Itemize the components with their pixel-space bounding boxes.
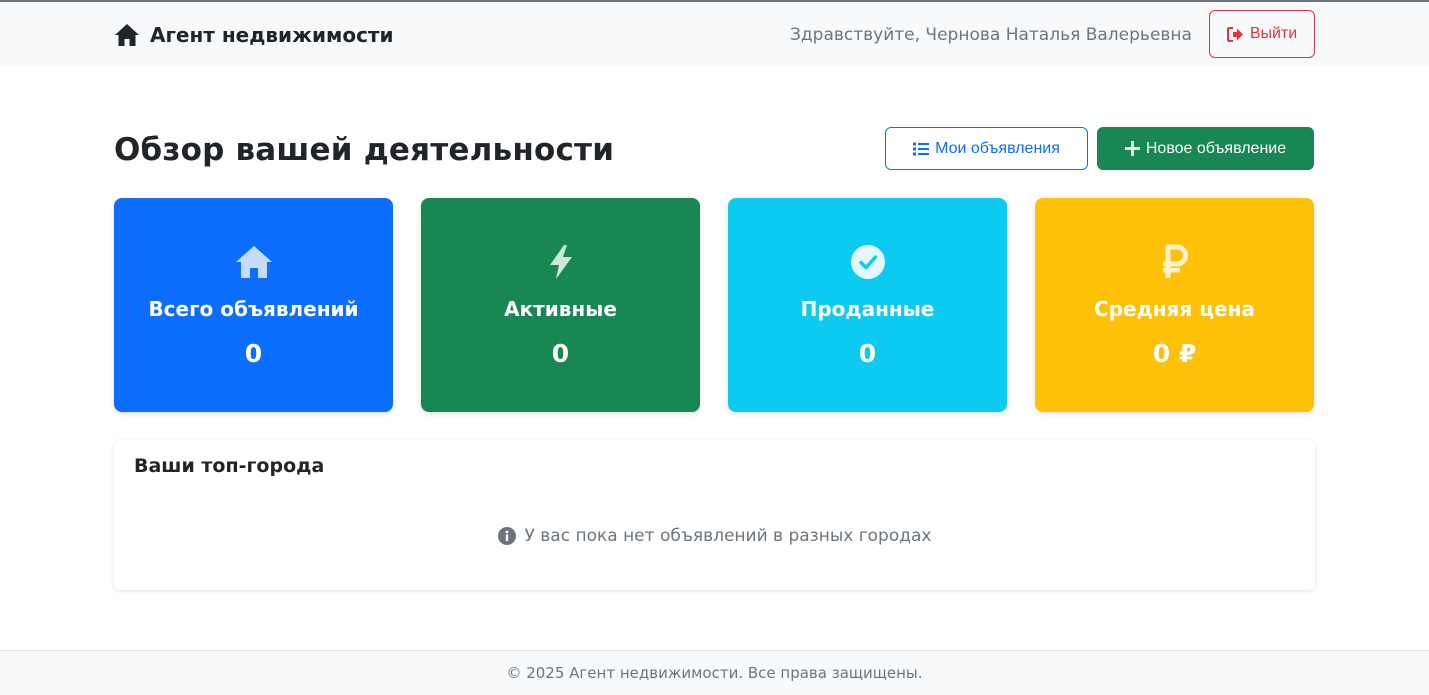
stat-value: 0 bbox=[551, 339, 570, 368]
user-greeting: Здравствуйте, Чернова Наталья Валерьевна bbox=[790, 25, 1192, 45]
new-listing-label: Новое объявление bbox=[1145, 139, 1287, 157]
house-icon bbox=[234, 244, 274, 280]
empty-state-message: У вас пока нет объявлений в разных город… bbox=[114, 526, 1315, 546]
stat-value: 0 ₽ bbox=[1152, 339, 1197, 368]
top-cities-title: Ваши топ-города bbox=[134, 455, 325, 477]
stat-card-sold: Проданные 0 bbox=[728, 198, 1007, 412]
new-listing-button[interactable]: Новое объявление bbox=[1097, 127, 1314, 170]
stat-label: Всего объявлений bbox=[148, 297, 359, 321]
sign-out-icon bbox=[1226, 26, 1244, 42]
stat-card-avg-price: Средняя цена 0 ₽ bbox=[1035, 198, 1314, 412]
list-icon bbox=[913, 142, 930, 156]
plus-icon bbox=[1124, 141, 1140, 156]
stat-label: Проданные bbox=[800, 297, 935, 321]
brand-link[interactable]: Агент недвижимости bbox=[114, 20, 394, 50]
footer: © 2025 Агент недвижимости. Все права защ… bbox=[0, 650, 1429, 695]
my-listings-label: Мои объявления bbox=[935, 139, 1060, 157]
stat-value: 0 bbox=[244, 339, 263, 368]
empty-state-text: У вас пока нет объявлений в разных город… bbox=[524, 526, 932, 546]
stat-value: 0 bbox=[858, 339, 877, 368]
top-cities-card: Ваши топ-города У вас пока нет объявлени… bbox=[114, 440, 1315, 590]
stat-label: Активные bbox=[504, 297, 617, 321]
house-icon bbox=[114, 23, 140, 47]
navbar: Агент недвижимости Здравствуйте, Чернова… bbox=[0, 2, 1429, 66]
brand-title: Агент недвижимости bbox=[150, 23, 394, 47]
stat-card-total: Всего объявлений 0 bbox=[114, 198, 393, 412]
bolt-icon bbox=[541, 244, 581, 280]
logout-label: Выйти bbox=[1249, 25, 1298, 42]
info-circle-icon bbox=[497, 527, 516, 545]
ruble-icon bbox=[1155, 244, 1195, 280]
stat-card-active: Активные 0 bbox=[421, 198, 700, 412]
logout-button[interactable]: Выйти bbox=[1209, 10, 1315, 58]
page-title: Обзор вашей деятельности bbox=[114, 132, 615, 168]
footer-text: © 2025 Агент недвижимости. Все права защ… bbox=[506, 664, 923, 682]
stat-label: Средняя цена bbox=[1094, 297, 1255, 321]
check-circle-icon bbox=[848, 244, 888, 280]
my-listings-button[interactable]: Мои объявления bbox=[885, 127, 1088, 170]
